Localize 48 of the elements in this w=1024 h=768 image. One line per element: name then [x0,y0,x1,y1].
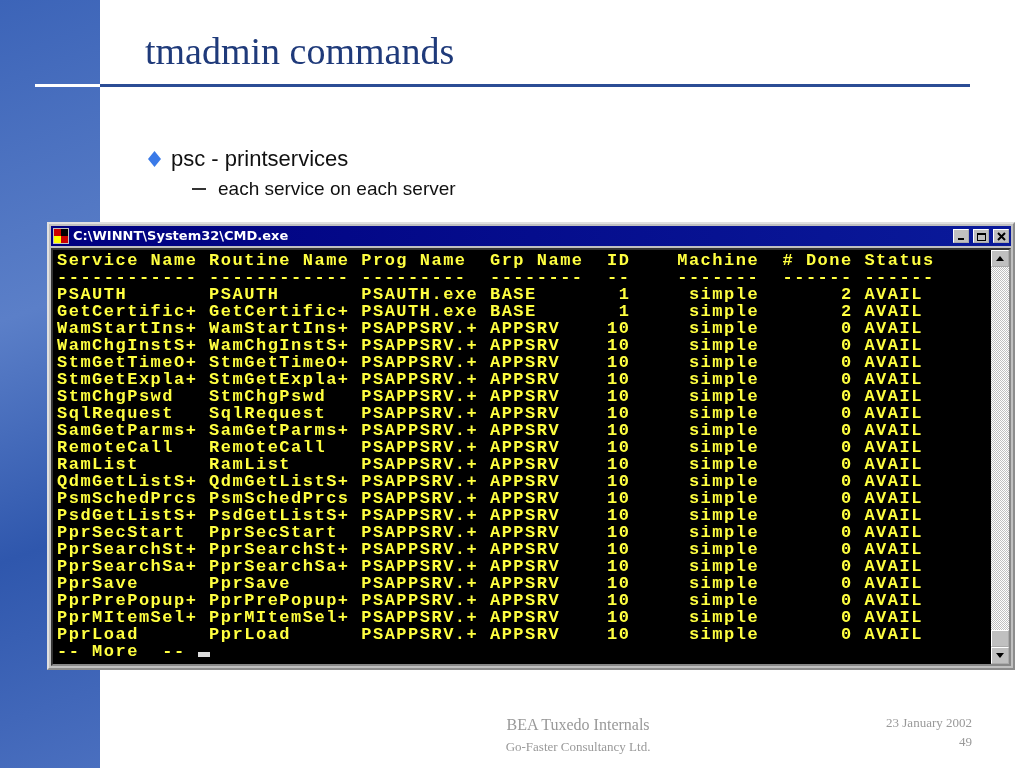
maximize-button[interactable] [973,229,989,243]
diamond-bullet-icon [148,151,161,167]
minimize-button[interactable] [953,229,969,243]
down-arrow-icon [996,653,1004,658]
console-output-line: PprLoad PprLoad PSAPPSRV.+ APPSRV 10 simple 0 AVAIL [57,626,924,643]
console-output-line: PprSearchSt+ PprSearchSt+ PSAPPSRV.+ APPSRV 10 simple 0 AVAIL [57,541,924,558]
slide-title: tmadmin commands [145,29,456,74]
vertical-scrollbar[interactable] [991,250,1009,664]
footer-company: Go-Faster Consultancy Ltd. [505,737,651,756]
console-output-line: SqlRequest SqlRequest PSAPPSRV.+ APPSRV 10 simple 0 AVAIL [57,405,924,422]
console-output-line: SamGetParms+ SamGetParms+ PSAPPSRV.+ APPSRV 10 simple 0 AVAIL [57,422,924,439]
sub-bullet-text: each service on each server [218,177,456,201]
console-output-line: WamStartIns+ WamStartIns+ PSAPPSRV.+ APPSRV 10 simple 0 AVAIL [57,320,924,337]
console-output-line: QdmGetListS+ QdmGetListS+ PSAPPSRV.+ APPSRV 10 simple 0 AVAIL [57,473,924,490]
console-output-line: StmGetTimeO+ StmGetTimeO+ PSAPPSRV.+ APPSRV 10 simple 0 AVAIL [57,354,924,371]
minimize-icon [958,238,964,240]
console-output-line: PprSave PprSave PSAPPSRV.+ APPSRV 10 simple 0 AVAIL [57,575,924,592]
console-output-line: PsdGetListS+ PsdGetListS+ PSAPPSRV.+ APPSRV 10 simple 0 AVAIL [57,507,924,524]
text-cursor [197,652,210,657]
console-separator-line: ------------ ------------ --------- -------- -- ------- ------ ------ [57,269,936,286]
console-output-line: PprSearchSa+ PprSearchSa+ PSAPPSRV.+ APPSRV 10 simple 0 AVAIL [57,558,924,575]
console-output-line: PprSecStart PprSecStart PSAPPSRV.+ APPSRV 10 simple 0 AVAIL [57,524,924,541]
scroll-thumb[interactable] [991,630,1009,647]
up-arrow-icon [996,256,1004,261]
bullet-text: psc - printservices [171,145,349,173]
window-title: C:\WINNT\System32\CMD.exe [73,227,290,245]
console-output-line: PprMItemSel+ PprMItemSel+ PSAPPSRV.+ APPSRV 10 simple 0 AVAIL [57,609,924,626]
footer-date: 23 January 2002 [886,713,972,732]
console-header-line: Service Name Routine Name Prog Name Grp Name ID Machine # Done Status [57,252,936,269]
console-output-line: StmGetExpla+ StmGetExpla+ PSAPPSRV.+ APPSRV 10 simple 0 AVAIL [57,371,924,388]
maximize-icon [975,231,987,241]
close-button[interactable] [993,229,1009,243]
more-prompt: -- More -- [57,642,186,661]
console-output-line: StmChgPswd StmChgPswd PSAPPSRV.+ APPSRV 10 simple 0 AVAIL [57,388,924,405]
msdos-icon [53,228,69,244]
scroll-down-button[interactable] [991,647,1009,664]
console-output-line: WamChgInstS+ WamChgInstS+ PSAPPSRV.+ APPSRV 10 simple 0 AVAIL [57,337,924,354]
console-output-line: RamList RamList PSAPPSRV.+ APPSRV 10 simple 0 AVAIL [57,456,924,473]
footer-title: BEA Tuxedo Internals [506,714,650,735]
console-output-line: GetCertific+ GetCertific+ PSAUTH.exe BASE 1 simple 2 AVAIL [57,303,924,320]
console-output-line: PsmSchedPrcs PsmSchedPrcs PSAPPSRV.+ APPSRV 10 simple 0 AVAIL [57,490,924,507]
dash-icon [192,188,206,190]
console-output-line: PSAUTH PSAUTH PSAUTH.exe BASE 1 simple 2 AVAIL [57,286,924,303]
scroll-up-button[interactable] [991,250,1009,267]
close-icon [995,231,1007,241]
console-output-line: PprPrePopup+ PprPrePopup+ PSAPPSRV.+ APPSRV 10 simple 0 AVAIL [57,592,924,609]
page-number: 49 [959,733,972,751]
console-output-line: RemoteCall RemoteCall PSAPPSRV.+ APPSRV 10 simple 0 AVAIL [57,439,924,456]
